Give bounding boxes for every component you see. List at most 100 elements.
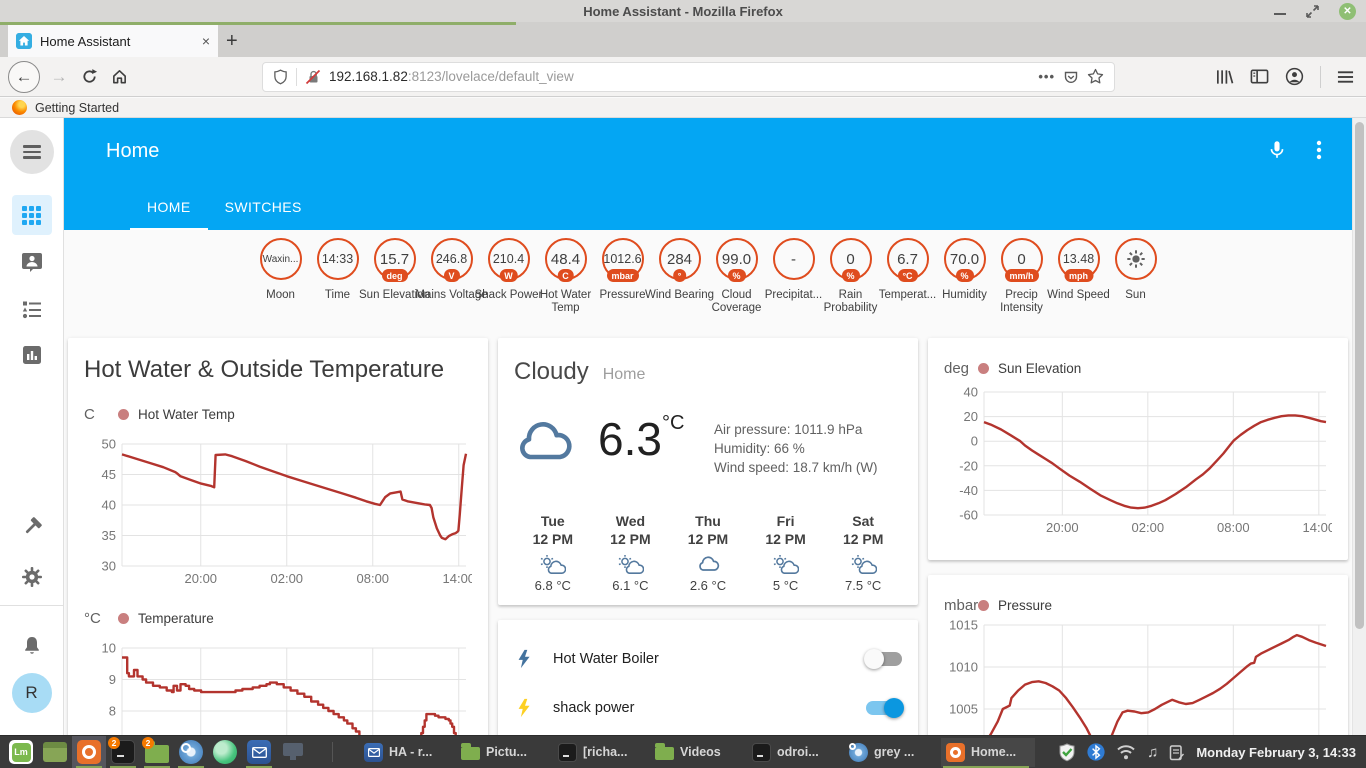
url-text[interactable]: 192.168.1.82:8123/lovelace/default_view [329, 69, 1030, 84]
sidebar-menu-button[interactable] [9, 130, 54, 174]
taskbar-window-pictu-[interactable]: Pictu... [456, 738, 550, 767]
badge-unit: mbar [606, 269, 639, 282]
forecast-tue: Tue 12 PM 6.8 °C [514, 512, 592, 593]
tab-switches[interactable]: SWITCHES [208, 184, 319, 230]
clipboard-icon[interactable] [1169, 744, 1185, 761]
window-button-label: HA - r... [389, 745, 433, 759]
account-icon[interactable] [1285, 67, 1304, 86]
forecast-time: 12 PM [842, 531, 884, 547]
page-scrollbar[interactable] [1352, 118, 1366, 735]
badge-sun[interactable]: Sun [1107, 238, 1164, 315]
restore-button[interactable] [1306, 4, 1319, 18]
pressure-chart: mbarPressure101510101005100020:0002:0008… [944, 595, 1332, 735]
pocket-icon[interactable] [1063, 69, 1079, 85]
home-button[interactable] [106, 64, 132, 90]
badge-temperat-[interactable]: 6.7 °C Temperat... [879, 238, 936, 315]
mailbox-icon [21, 253, 42, 272]
minimize-button[interactable] [1274, 13, 1286, 15]
tab-close-icon[interactable]: × [202, 33, 210, 49]
tracking-shield-icon[interactable] [273, 68, 288, 85]
badge-cloud-coverage[interactable]: 99.0% Cloud Coverage [708, 238, 765, 315]
cloudy-icon [699, 556, 720, 571]
launcher-web-app[interactable] [208, 736, 242, 768]
launcher-files[interactable]: 2 [140, 736, 174, 768]
window-titlebar: Home Assistant - Mozilla Firefox ✕ [0, 0, 1366, 22]
badge-value: 1012.6 [603, 252, 642, 266]
current-temperature: 6.3°C [598, 412, 685, 465]
sidebar-item-history[interactable] [20, 343, 44, 367]
taskbar-window-grey-[interactable]: grey ... [844, 738, 938, 767]
overflow-menu-icon[interactable] [1316, 138, 1322, 162]
microphone-icon[interactable] [1266, 138, 1288, 162]
browser-tab[interactable]: Home Assistant × [8, 25, 218, 57]
taskbar-clock[interactable]: Monday February 3, 14:33 [1196, 745, 1356, 760]
sidebar-item-overview[interactable] [11, 195, 52, 235]
bookmark-star-icon[interactable] [1087, 68, 1104, 85]
insecure-lock-icon[interactable] [305, 69, 321, 85]
launcher-chromium[interactable] [174, 736, 208, 768]
badge-pressure[interactable]: 1012.6 mbar Pressure [594, 238, 651, 315]
badge-rain-probability[interactable]: 0% Rain Probability [822, 238, 879, 315]
sidebar-item-mailbox[interactable] [20, 250, 44, 274]
taskbar-window--richa-[interactable]: [richa... [553, 738, 647, 767]
taskbar-window-videos[interactable]: Videos [650, 738, 744, 767]
badge-value: 13.48 [1062, 252, 1095, 266]
url-bar[interactable]: 192.168.1.82:8123/lovelace/default_view … [262, 61, 1115, 92]
reload-icon[interactable] [76, 64, 102, 90]
badge-moon[interactable]: Waxin... Moon [252, 238, 309, 315]
legend-dot [118, 612, 129, 624]
legend-dot [978, 599, 989, 611]
sidebar-notifications[interactable] [20, 634, 44, 658]
launcher-display[interactable] [276, 736, 310, 768]
music-player-icon[interactable]: ♫ [1147, 744, 1158, 761]
menu-icon[interactable] [1337, 70, 1354, 84]
flash-icon [518, 698, 530, 717]
taskbar-window-home-[interactable]: Home... [941, 737, 1035, 768]
security-shield-icon[interactable] [1058, 742, 1076, 762]
mint-menu-button[interactable]: Lm [4, 736, 38, 768]
library-icon[interactable] [1215, 68, 1234, 86]
forward-button[interactable]: → [46, 64, 72, 90]
legend-label: Sun Elevation [998, 360, 1082, 376]
sidebar-divider [0, 605, 64, 606]
launcher-mail[interactable] [242, 736, 276, 768]
scrollbar-thumb[interactable] [1355, 122, 1364, 629]
firefox-icon [12, 100, 27, 115]
svg-text:1010: 1010 [949, 660, 978, 675]
wifi-icon[interactable] [1116, 744, 1136, 760]
sidebar-item-logbook[interactable] [20, 297, 44, 321]
sidebar-item-devtools[interactable] [20, 515, 44, 539]
bluetooth-icon[interactable] [1087, 743, 1105, 761]
toggle-hot-water-boiler[interactable] [864, 648, 902, 669]
toggle-shack-power[interactable] [866, 697, 904, 718]
close-button[interactable]: ✕ [1339, 2, 1356, 20]
badge-time[interactable]: 14:33 Time [309, 238, 366, 315]
taskbar-window-ha-r-[interactable]: HA - r... [359, 738, 453, 767]
tab-home[interactable]: HOME [130, 184, 208, 230]
badge-circle: 210.4 W [487, 238, 530, 282]
launcher-terminal[interactable]: 2 [106, 736, 140, 768]
user-avatar[interactable]: R [11, 673, 52, 713]
sidebar-item-configuration[interactable] [20, 565, 44, 589]
forecast-time: 12 PM [687, 531, 729, 547]
launcher-firefox[interactable] [72, 735, 106, 768]
weather-card[interactable]: Cloudy Home 6.3°C Air pressure: 1011.9 h… [498, 338, 918, 605]
badge-mains-voltage[interactable]: 246.8 V Mains Voltage [415, 238, 488, 315]
badge-hot-water-temp[interactable]: 48.4 C Hot Water Temp [537, 238, 594, 315]
badge-sun-elevation[interactable]: 15.7 deg Sun Elevation [359, 238, 430, 315]
new-tab-button[interactable]: + [226, 30, 238, 53]
badge-wind-speed[interactable]: 13.48 mph Wind Speed [1047, 238, 1110, 315]
badge-precip-intensity[interactable]: 0 mm/h Precip Intensity [993, 238, 1050, 315]
show-panel-button[interactable] [38, 736, 72, 768]
sun-elevation-card: deg Sun Elevation 40 20 0 -20 -40 -60 20:00 02:00… [928, 338, 1348, 560]
taskbar-window-odroi-[interactable]: odroi... [747, 738, 841, 767]
weather-location: Home [602, 366, 646, 383]
hammer-icon [25, 517, 42, 534]
bookmark-getting-started[interactable]: Getting Started [35, 101, 119, 115]
sidebar-toggle-icon[interactable] [1250, 68, 1269, 85]
svg-text:40: 40 [964, 385, 978, 400]
forecast-day: Fri [776, 513, 795, 529]
back-button[interactable]: ← [8, 60, 40, 93]
cloudy-weather-icon [520, 422, 572, 460]
page-actions-icon[interactable]: ••• [1038, 69, 1055, 84]
